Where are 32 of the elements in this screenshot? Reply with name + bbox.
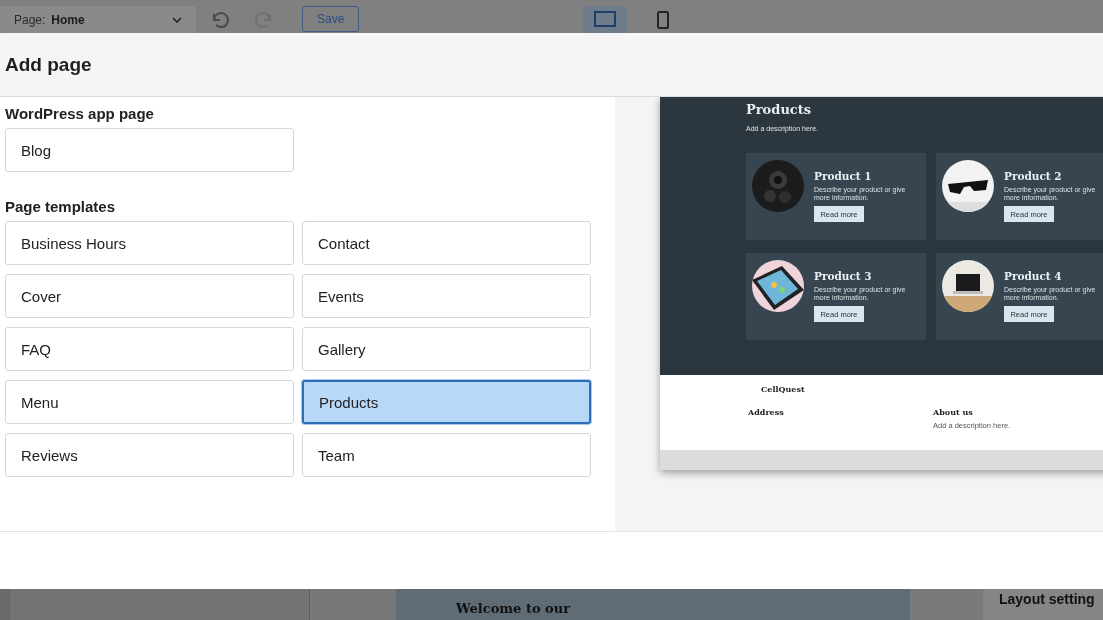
product-name: Product 3: [814, 270, 873, 282]
preview-heading: Products: [746, 102, 813, 117]
page-select[interactable]: Page: Home: [0, 6, 196, 33]
canvas-heading: Welcome to our: [456, 601, 571, 616]
template-option[interactable]: Products: [302, 380, 591, 424]
template-option[interactable]: Gallery: [302, 327, 591, 371]
template-option[interactable]: Business Hours: [5, 221, 294, 265]
desktop-view-button[interactable]: [582, 6, 627, 33]
template-option[interactable]: Events: [302, 274, 591, 318]
footer-heading: Address: [748, 407, 785, 417]
chevron-down-icon: [172, 16, 182, 23]
template-option[interactable]: Menu: [5, 380, 294, 424]
template-option[interactable]: Blog: [5, 128, 294, 172]
product-name: Product 2: [1004, 170, 1063, 182]
brand-name: CellQuest: [761, 384, 806, 394]
section-heading: WordPress app page: [5, 105, 155, 122]
product-name: Product 4: [1004, 270, 1063, 282]
template-option[interactable]: Reviews: [5, 433, 294, 477]
page-select-value: Home: [51, 12, 86, 27]
dialog-title: Add page: [5, 53, 92, 76]
section-heading: Page templates: [5, 198, 117, 215]
undo-icon[interactable]: [210, 10, 230, 30]
phone-icon: [656, 10, 669, 29]
template-option[interactable]: Contact: [302, 221, 591, 265]
panel-title: Layout setting: [999, 591, 1096, 607]
product-name: Product 1: [814, 170, 873, 182]
footer-heading: About us: [933, 407, 974, 417]
template-option[interactable]: FAQ: [5, 327, 294, 371]
page-select-label: Page:: [14, 12, 46, 27]
monitor-icon: [593, 10, 616, 29]
template-option[interactable]: Cover: [5, 274, 294, 318]
template-option[interactable]: Team: [302, 433, 591, 477]
